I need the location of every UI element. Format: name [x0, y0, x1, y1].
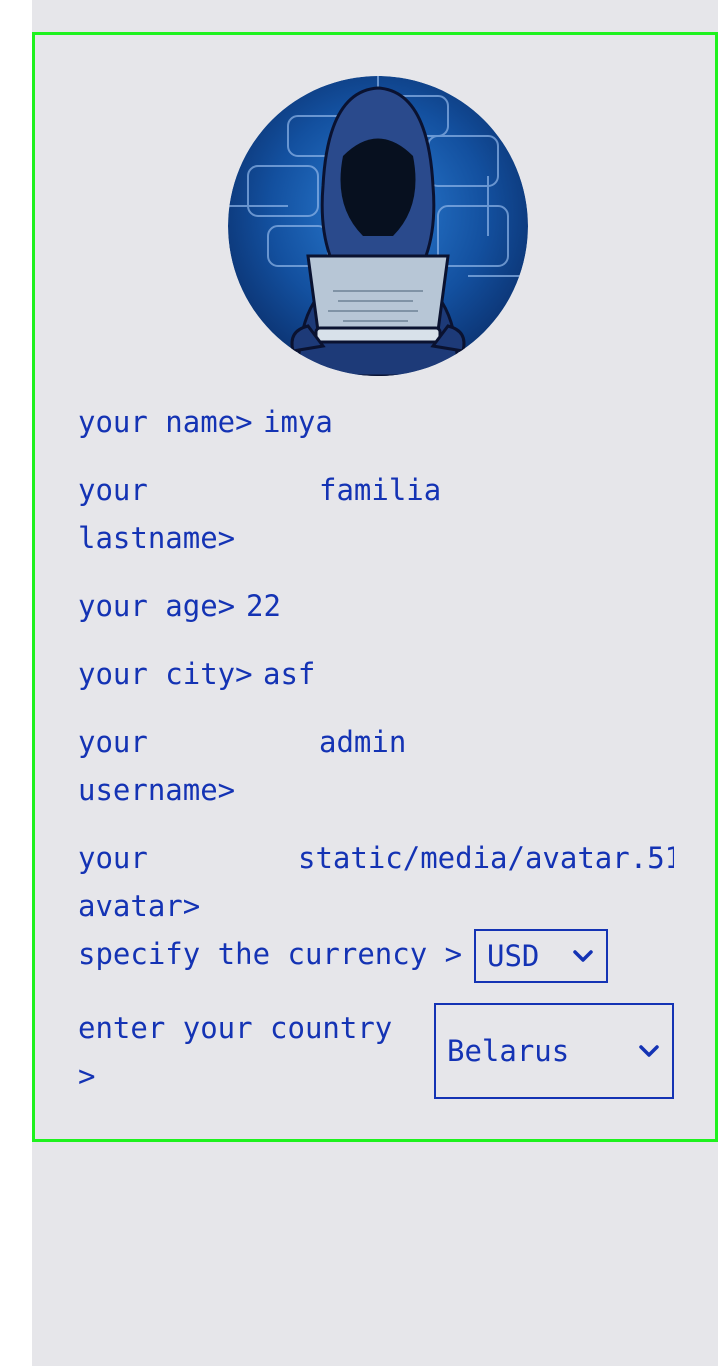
avatar-label-line1: your [78, 841, 148, 875]
city-label: your city> [78, 657, 253, 691]
hacker-avatar-icon [228, 76, 528, 376]
avatar-path-value[interactable]: static/media/avatar.51 [298, 834, 674, 882]
currency-label: specify the currency > [78, 937, 463, 971]
lastname-value[interactable]: familia [319, 466, 441, 514]
age-value[interactable]: 22 [246, 582, 281, 630]
currency-select[interactable]: USD [474, 929, 608, 983]
profile-card: your name> imya your lastname> familia y… [32, 32, 718, 1142]
username-label-line2: username> [78, 773, 236, 807]
chevron-down-icon [639, 1045, 659, 1057]
username-label-line1: your [78, 725, 148, 759]
currency-selected-value: USD [487, 939, 540, 973]
avatar-label-line2: avatar> [78, 889, 201, 923]
country-select[interactable]: Belarus [434, 1003, 674, 1099]
username-value[interactable]: admin [319, 718, 406, 766]
name-value[interactable]: imya [263, 398, 333, 446]
name-row: your name> [78, 398, 253, 446]
avatar-image [228, 76, 528, 376]
lastname-label-line2: lastname> [78, 521, 236, 555]
name-label: your name> [78, 405, 253, 439]
chevron-down-icon [573, 950, 593, 962]
country-label-line1: enter your country [78, 1011, 393, 1045]
country-label-line2: > [78, 1059, 96, 1093]
age-label: your age> [78, 589, 236, 623]
country-selected-value: Belarus [447, 1034, 570, 1068]
city-value[interactable]: asf [263, 650, 315, 698]
lastname-label-line1: your [78, 473, 148, 507]
